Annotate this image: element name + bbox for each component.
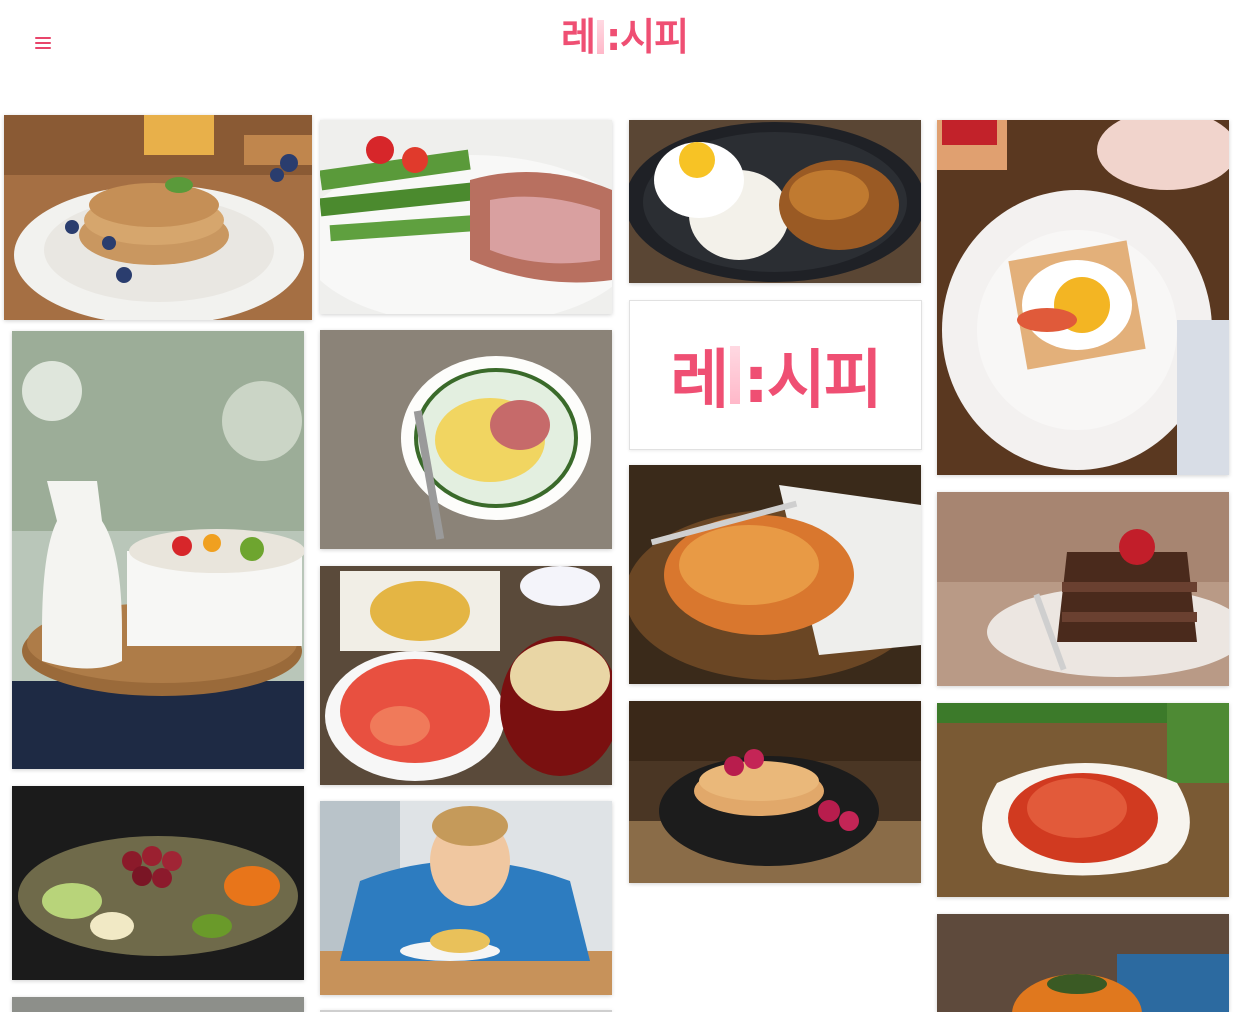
app-logo[interactable]: 레:시피	[561, 14, 689, 60]
persimmons-photo	[937, 914, 1229, 1012]
promo-logo-accent-bar	[730, 346, 741, 404]
promo-logo-card[interactable]: 레:시피	[629, 300, 922, 450]
carbonara-photo	[320, 330, 612, 549]
japanese-set-photo	[320, 566, 612, 785]
recipe-card-kimchi[interactable]	[937, 703, 1229, 897]
recipe-card-steak-asparagus[interactable]	[320, 120, 612, 314]
recipe-card-partial-1[interactable]	[12, 997, 304, 1012]
recipe-card-egg-rice[interactable]	[629, 120, 921, 283]
logo-text-right: :시피	[605, 15, 689, 59]
recipe-card-chocolate-cake[interactable]	[937, 492, 1229, 686]
recipe-card-pancakes[interactable]	[4, 115, 312, 320]
recipe-card-korean-pancake[interactable]	[629, 465, 921, 684]
logo-text-left: 레	[561, 15, 596, 59]
fruit-platter-photo	[12, 786, 304, 980]
recipe-card-boy-spaghetti[interactable]	[320, 801, 612, 995]
crepes-photo	[629, 701, 921, 883]
kimchi-photo	[937, 703, 1229, 897]
pancake-photo	[4, 115, 312, 320]
recipe-card-persimmons[interactable]	[937, 914, 1229, 1012]
promo-logo-right: :시피	[743, 344, 882, 418]
egg-toast-photo	[937, 120, 1229, 475]
korean-pancake-photo	[629, 465, 921, 684]
recipe-card-egg-toast[interactable]	[937, 120, 1229, 475]
egg-rice-photo	[629, 120, 921, 283]
promo-logo: 레:시피	[630, 301, 921, 449]
steak-photo	[320, 120, 612, 314]
hamburger-menu-icon[interactable]	[33, 35, 53, 51]
chocolate-cake-photo	[937, 492, 1229, 686]
recipe-card-raspberry-crepes[interactable]	[629, 701, 921, 883]
recipe-card-japanese-set[interactable]	[320, 566, 612, 785]
recipe-card-carbonara[interactable]	[320, 330, 612, 549]
milk-bowl-photo	[12, 331, 304, 769]
promo-logo-left: 레	[670, 344, 729, 418]
logo-accent-bar	[596, 20, 604, 54]
recipe-card-milk-fruit-bowl[interactable]	[12, 331, 304, 769]
app-header: 레:시피	[0, 0, 1250, 90]
boy-spaghetti-photo	[320, 801, 612, 995]
partial-photo	[12, 997, 304, 1012]
recipe-card-fruit-platter[interactable]	[12, 786, 304, 980]
